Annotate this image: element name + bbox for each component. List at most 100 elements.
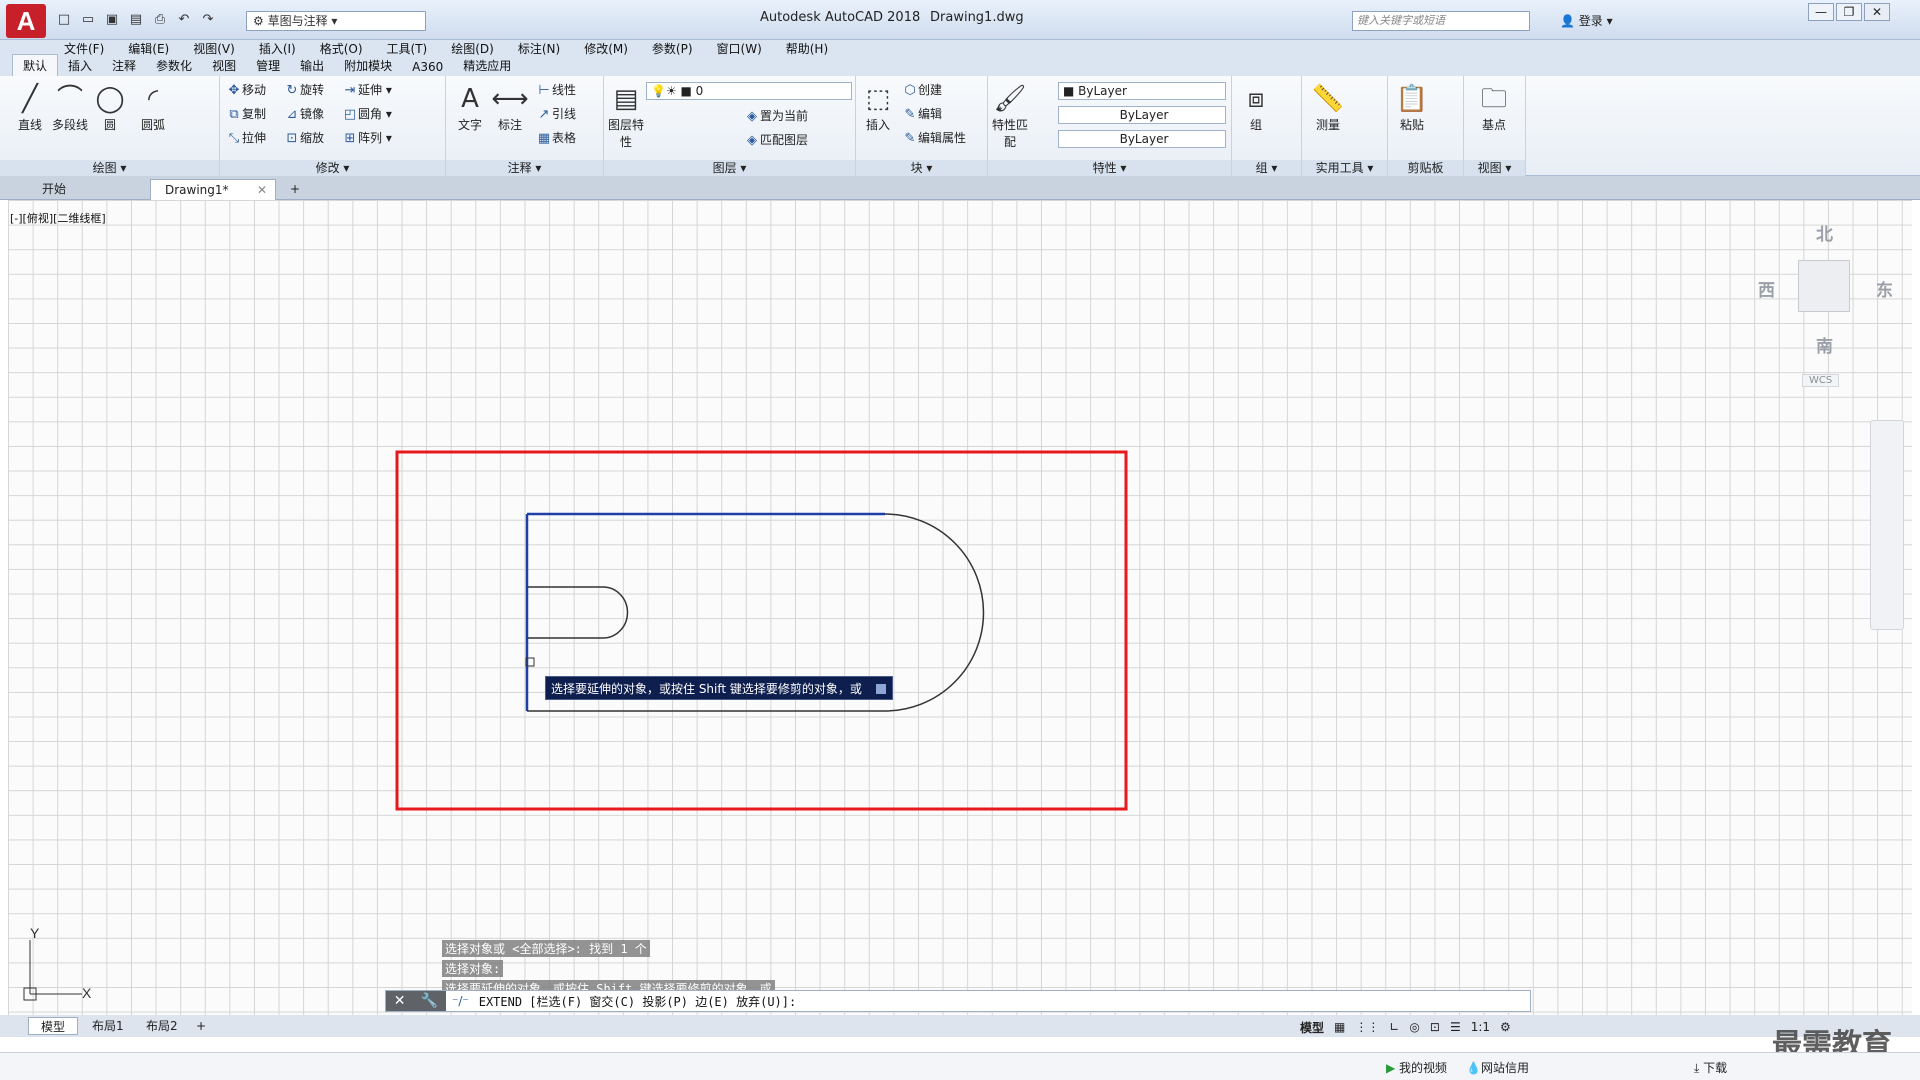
arc-button[interactable]: ◜ 圆弧 bbox=[133, 82, 173, 133]
menu-modify[interactable]: 修改(M) bbox=[584, 40, 628, 57]
my-video-button[interactable]: ▶ 我的视频 bbox=[1386, 1059, 1447, 1076]
extend-button[interactable]: ⇥ 延伸 ▾ bbox=[342, 80, 392, 100]
panel-block-title[interactable]: 块 ▾ bbox=[856, 160, 987, 176]
command-line[interactable]: ✕ 🔧 ⁻/⁻ EXTEND [栏选(F) 窗交(C) 投影(P) 边(E) 放… bbox=[385, 990, 1531, 1012]
workspace-dropdown[interactable]: ⚙ 草图与注释 ▾ bbox=[246, 11, 426, 31]
customize-icon[interactable]: 🔧 bbox=[421, 993, 438, 1009]
viewport-controls[interactable]: [-][俯视][二维线框] bbox=[10, 210, 106, 226]
navigation-bar[interactable] bbox=[1870, 420, 1904, 630]
ortho-icon[interactable]: ∟ bbox=[1389, 1020, 1399, 1034]
edit-block-button[interactable]: ✎ 编辑 bbox=[902, 104, 942, 124]
base-view-button[interactable]: 🗀 基点 bbox=[1474, 82, 1514, 133]
set-current-layer-button[interactable]: ◈ 置为当前 bbox=[744, 106, 808, 126]
menu-help[interactable]: 帮助(H) bbox=[786, 40, 828, 57]
close-command-icon[interactable]: ✕ bbox=[394, 993, 406, 1009]
minimize-button[interactable]: — bbox=[1808, 3, 1834, 21]
save-icon[interactable]: ▣ bbox=[102, 10, 122, 30]
panel-draw-title[interactable]: 绘图 ▾ bbox=[0, 160, 219, 176]
panel-layers-title[interactable]: 图层 ▾ bbox=[604, 160, 855, 176]
viewcube-face[interactable] bbox=[1798, 260, 1850, 312]
tab-addins[interactable]: 附加模块 bbox=[334, 55, 402, 76]
tab-annotate[interactable]: 注释 bbox=[102, 55, 146, 76]
viewcube-north[interactable]: 北 bbox=[1816, 220, 1833, 245]
rotate-button[interactable]: ↻ 旋转 bbox=[284, 80, 324, 100]
tab-parametric[interactable]: 参数化 bbox=[146, 55, 202, 76]
new-icon[interactable]: □ bbox=[54, 10, 74, 30]
measure-button[interactable]: 📏 测量 bbox=[1308, 82, 1348, 133]
close-tab-icon[interactable]: ✕ bbox=[257, 180, 267, 200]
menu-window[interactable]: 窗口(W) bbox=[717, 40, 762, 57]
tab-home[interactable]: 默认 bbox=[12, 54, 59, 76]
table-button[interactable]: ▦ 表格 bbox=[536, 128, 576, 148]
tab-view[interactable]: 视图 bbox=[202, 55, 246, 76]
polyline-button[interactable]: ⌒ 多段线 bbox=[50, 82, 90, 133]
menu-tools[interactable]: 工具(T) bbox=[387, 40, 428, 57]
tab-a360[interactable]: A360 bbox=[402, 58, 453, 76]
undo-icon[interactable]: ↶ bbox=[174, 10, 194, 30]
copy-button[interactable]: ⧉ 复制 bbox=[226, 104, 266, 124]
tab-layout2[interactable]: 布局2 bbox=[134, 1017, 190, 1035]
group-button[interactable]: ⧈ 组 bbox=[1236, 82, 1276, 133]
menu-edit[interactable]: 编辑(E) bbox=[128, 40, 169, 57]
polar-icon[interactable]: ◎ bbox=[1409, 1020, 1419, 1034]
move-button[interactable]: ✥ 移动 bbox=[226, 80, 266, 100]
menu-view[interactable]: 视图(V) bbox=[193, 40, 235, 57]
tab-manage[interactable]: 管理 bbox=[246, 55, 290, 76]
linetype-dropdown[interactable]: ByLayer bbox=[1058, 106, 1226, 124]
web-credit-button[interactable]: 💧网站信用 bbox=[1466, 1059, 1529, 1076]
annotation-scale[interactable]: 1:1 bbox=[1471, 1020, 1490, 1034]
osnap-icon[interactable]: ⊡ bbox=[1430, 1020, 1440, 1034]
panel-properties-title[interactable]: 特性 ▾ bbox=[988, 160, 1231, 176]
menu-dimension[interactable]: 标注(N) bbox=[518, 40, 560, 57]
viewcube[interactable]: 北 西 东 南 WCS bbox=[1750, 210, 1900, 390]
new-tab-button[interactable]: + bbox=[284, 179, 306, 200]
panel-utilities-title[interactable]: 实用工具 ▾ bbox=[1302, 160, 1387, 176]
lineweight-dropdown[interactable]: ByLayer bbox=[1058, 130, 1226, 148]
redo-icon[interactable]: ↷ bbox=[198, 10, 218, 30]
panel-modify-title[interactable]: 修改 ▾ bbox=[220, 160, 445, 176]
text-button[interactable]: A 文字 bbox=[450, 82, 490, 133]
download-button[interactable]: ⤓ 下载 bbox=[1694, 1059, 1727, 1076]
wcs-menu[interactable]: WCS bbox=[1802, 374, 1840, 387]
tab-model[interactable]: 模型 bbox=[28, 1017, 79, 1035]
open-icon[interactable]: ▭ bbox=[78, 10, 98, 30]
tab-output[interactable]: 输出 bbox=[290, 55, 334, 76]
match-properties-button[interactable]: 🖌 特性匹配 bbox=[990, 82, 1030, 150]
snap-icon[interactable]: ⋮⋮ bbox=[1355, 1020, 1379, 1034]
fillet-button[interactable]: ◰ 圆角 ▾ bbox=[342, 104, 392, 124]
paste-button[interactable]: 📋 粘贴 bbox=[1392, 82, 1432, 133]
login-button[interactable]: 👤 登录 ▾ bbox=[1560, 12, 1613, 29]
layer-dropdown[interactable]: 💡☀ ■ 0 bbox=[646, 82, 852, 100]
tab-insert[interactable]: 插入 bbox=[58, 55, 102, 76]
panel-view-title[interactable]: 视图 ▾ bbox=[1464, 160, 1525, 176]
tooltip-expand-icon[interactable] bbox=[876, 684, 886, 694]
menu-draw[interactable]: 绘图(D) bbox=[451, 40, 494, 57]
stretch-button[interactable]: ⤡ 拉伸 bbox=[226, 128, 266, 148]
settings-icon[interactable]: ⚙ bbox=[1500, 1020, 1511, 1034]
viewcube-east[interactable]: 东 bbox=[1876, 276, 1893, 301]
color-dropdown[interactable]: ■ ByLayer bbox=[1058, 82, 1226, 100]
dimension-button[interactable]: ⟷ 标注 bbox=[490, 82, 530, 133]
leader-button[interactable]: ↗ 引线 bbox=[536, 104, 576, 124]
create-block-button[interactable]: ⬡ 创建 bbox=[902, 80, 942, 100]
menu-insert[interactable]: 插入(I) bbox=[259, 40, 296, 57]
array-button[interactable]: ⊞ 阵列 ▾ bbox=[342, 128, 392, 148]
tab-start[interactable]: 开始 bbox=[28, 179, 80, 200]
panel-annotation-title[interactable]: 注释 ▾ bbox=[446, 160, 603, 176]
search-input[interactable]: 键入关键字或短语 bbox=[1352, 11, 1530, 31]
match-layer-button[interactable]: ◈ 匹配图层 bbox=[744, 130, 808, 150]
menu-parametric[interactable]: 参数(P) bbox=[652, 40, 693, 57]
command-input[interactable]: EXTEND [栏选(F) 窗交(C) 投影(P) 边(E) 放弃(U)]: bbox=[469, 993, 797, 1010]
maximize-button[interactable]: ❐ bbox=[1836, 3, 1862, 21]
scale-button[interactable]: ⊡ 缩放 bbox=[284, 128, 324, 148]
model-space-button[interactable]: 模型 bbox=[1300, 1019, 1324, 1036]
lineweight-icon[interactable]: ☰ bbox=[1450, 1020, 1461, 1034]
layer-properties-button[interactable]: ▤ 图层特性 bbox=[606, 82, 646, 150]
line-button[interactable]: ╱ 直线 bbox=[10, 82, 50, 133]
drawing-canvas[interactable] bbox=[8, 200, 1912, 1015]
insert-block-button[interactable]: ⬚ 插入 bbox=[858, 82, 898, 133]
tab-layout1[interactable]: 布局1 bbox=[80, 1017, 136, 1035]
tab-drawing1[interactable]: Drawing1* ✕ bbox=[150, 179, 276, 200]
circle-button[interactable]: ◯ 圆 bbox=[90, 82, 130, 133]
close-button[interactable]: ✕ bbox=[1864, 3, 1890, 21]
